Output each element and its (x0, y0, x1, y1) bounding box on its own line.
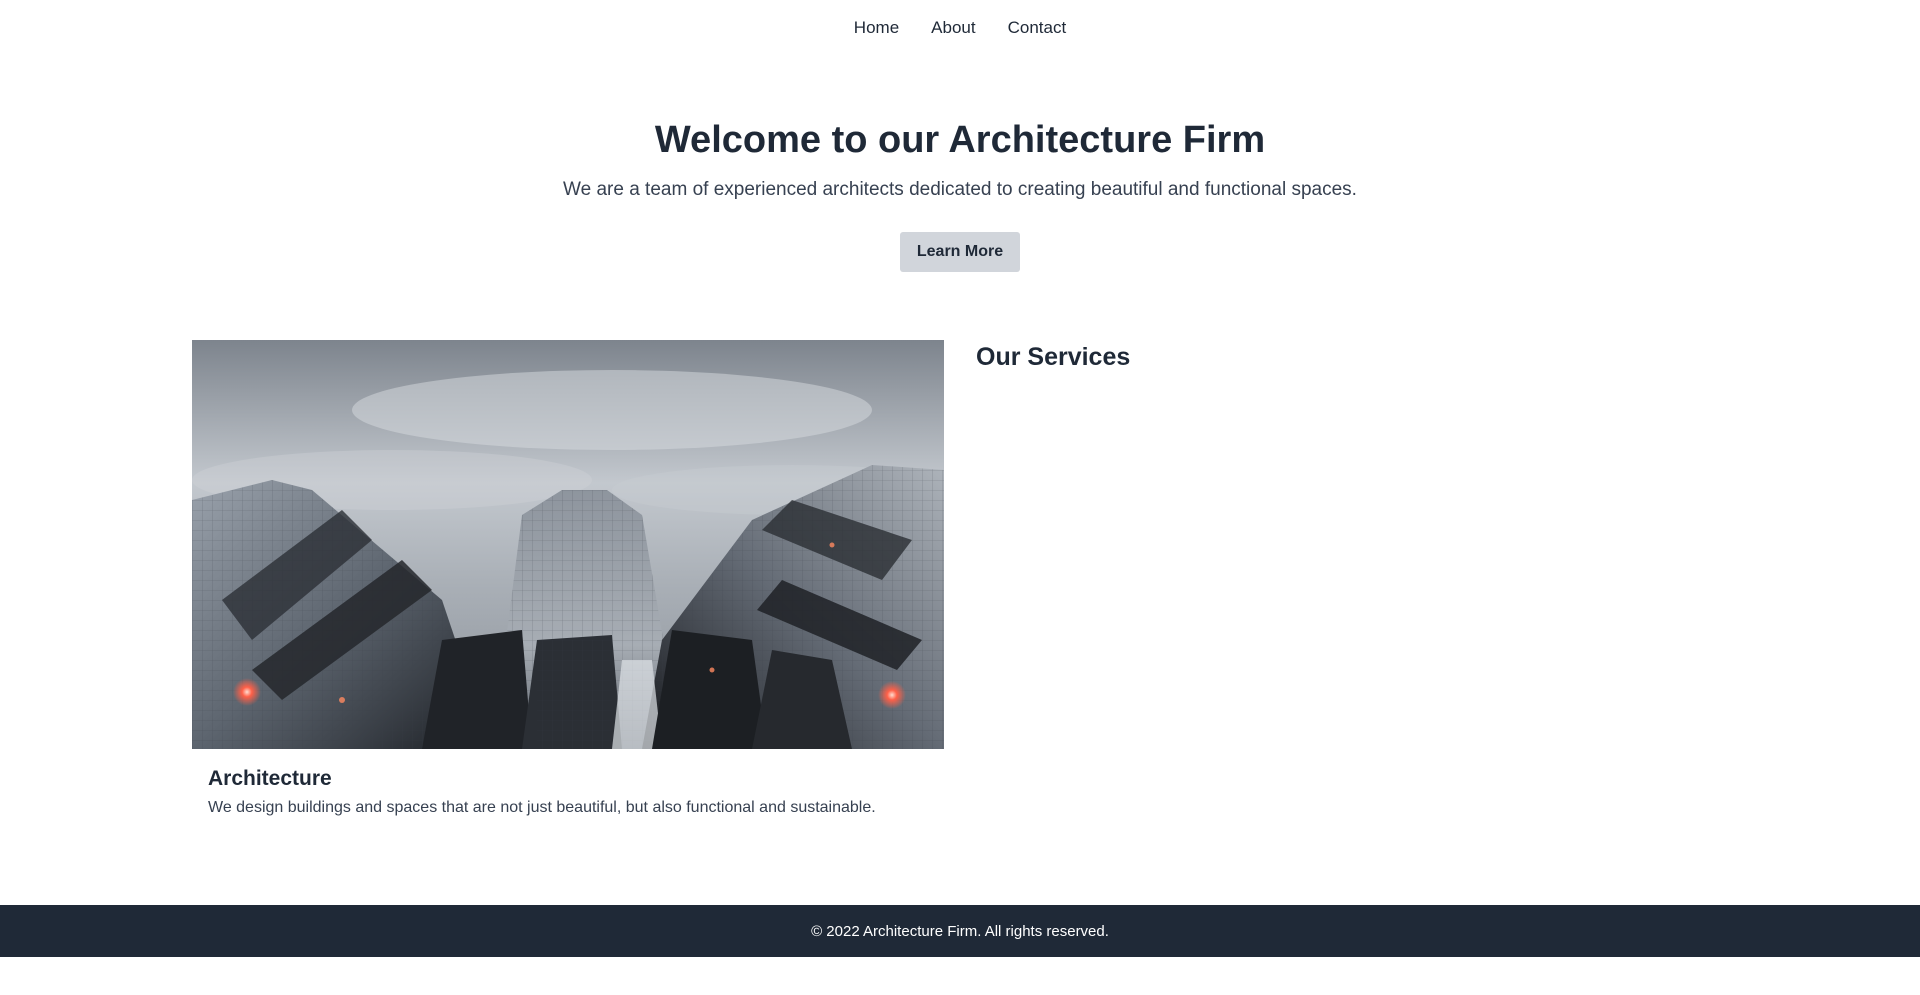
hero-title: Welcome to our Architecture Firm (654, 119, 1266, 161)
card-title: Architecture (208, 767, 332, 790)
learn-more-button[interactable]: Learn More (899, 232, 1021, 272)
footer: © 2022 Architecture Firm. All rights res… (0, 905, 1920, 957)
architecture-card: Architecture We design buildings and spa… (192, 340, 944, 817)
footer-copyright: © 2022 Architecture Firm. All rights res… (811, 922, 1109, 940)
card-description: We design buildings and spaces that are … (208, 799, 876, 816)
nav-link-contact[interactable]: Contact (1008, 18, 1067, 38)
hero-subtitle: We are a team of experienced architects … (563, 179, 1357, 200)
skyscrapers-image (192, 340, 944, 749)
services-heading: Our Services (976, 343, 1131, 371)
services-section: Our Services (976, 340, 1130, 817)
hero-section: Welcome to our Architecture Firm We are … (0, 112, 1920, 272)
main-content: Architecture We design buildings and spa… (192, 340, 1728, 817)
top-navigation: Home About Contact (0, 0, 1920, 56)
nav-link-home[interactable]: Home (854, 18, 899, 38)
nav-link-about[interactable]: About (931, 18, 975, 38)
